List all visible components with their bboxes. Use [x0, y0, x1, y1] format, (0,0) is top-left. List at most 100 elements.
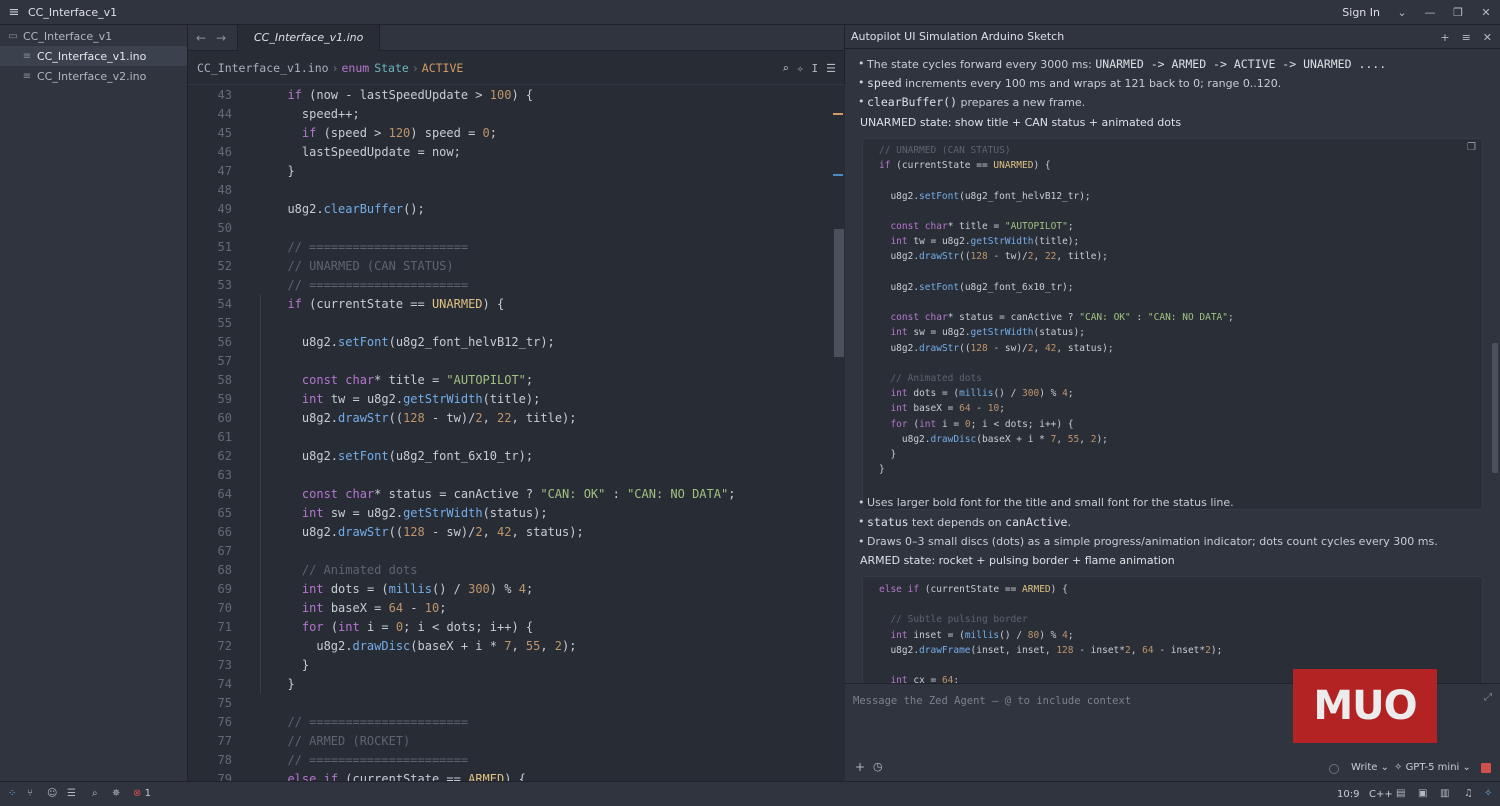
code-line[interactable]: 76 // ====================== [188, 712, 833, 731]
code-line[interactable]: 66 u8g2.drawStr((128 - sw)/2, 42, status… [188, 522, 833, 541]
close-icon[interactable]: ✕ [1483, 31, 1492, 44]
code-line[interactable]: 43 if (now - lastSpeedUpdate > 100) { [188, 85, 833, 104]
language-selector[interactable]: C++ [1369, 789, 1393, 800]
add-context-icon[interactable]: + [855, 760, 865, 774]
code-line[interactable]: 79 else if (currentState == ARMED) { [188, 769, 833, 782]
tree-file-item[interactable]: ≡ CC_Interface_v1.ino [0, 46, 187, 66]
forward-arrow-icon[interactable]: → [211, 31, 231, 45]
bell-icon[interactable]: ▤ [1396, 788, 1405, 799]
scrollbar-thumb[interactable] [834, 229, 844, 357]
message-input[interactable]: Message the Zed Agent — @ to include con… [853, 695, 1131, 707]
maximize-icon[interactable]: ❐ [1444, 6, 1472, 19]
back-arrow-icon[interactable]: ← [191, 31, 211, 45]
code-line[interactable]: 56 u8g2.setFont(u8g2_font_helvB12_tr); [188, 332, 833, 351]
breadcrumb-type[interactable]: State [374, 61, 409, 75]
plus-icon[interactable]: + [1440, 31, 1449, 44]
code-token: u8g2. [879, 342, 920, 354]
code-line[interactable]: 73 } [188, 655, 833, 674]
code-line[interactable]: 69 int dots = (millis() / 300) % 4; [188, 579, 833, 598]
stop-button[interactable] [1481, 763, 1491, 773]
breadcrumb-member[interactable]: ACTIVE [422, 61, 464, 75]
editor-scrollbar[interactable] [833, 85, 845, 781]
code-editor[interactable]: 43 if (now - lastSpeedUpdate > 100) {44 … [188, 85, 833, 782]
copy-icon[interactable]: ❐ [1467, 142, 1476, 153]
menu-lines-icon[interactable]: ≡ [1462, 31, 1471, 44]
code-token: ; i < dots; i++) { [403, 619, 534, 634]
code-line[interactable]: 51 // ====================== [188, 237, 833, 256]
git-branch-icon[interactable]: ⑂ [27, 788, 33, 799]
diagnostics-errors[interactable]: ⊗ 1 [133, 788, 151, 799]
code-line[interactable]: 47 } [188, 161, 833, 180]
search-icon[interactable]: ⌕ [92, 788, 98, 799]
code-line[interactable]: 78 // ====================== [188, 750, 833, 769]
code-line[interactable]: 72 u8g2.drawDisc(baseX + i * 7, 55, 2); [188, 636, 833, 655]
code-line[interactable]: 50 [188, 218, 833, 237]
notification-icon[interactable]: ♫ [1464, 788, 1473, 799]
outline-icon[interactable]: ☰ [67, 788, 76, 799]
code-line[interactable]: 64 const char* status = canActive ? "CAN… [188, 484, 833, 503]
line-text: u8g2.clearBuffer(); [273, 202, 424, 216]
code-line[interactable]: 53 // ====================== [188, 275, 833, 294]
code-token: if [879, 160, 891, 172]
code-line[interactable]: 48 [188, 180, 833, 199]
code-line[interactable]: 65 int sw = u8g2.getStrWidth(status); [188, 503, 833, 522]
tree-file-label: CC_Interface_v1.ino [37, 49, 147, 63]
code-line[interactable]: 61 [188, 427, 833, 446]
code-line[interactable]: 57 [188, 351, 833, 370]
code-line[interactable]: 46 lastSpeedUpdate = now; [188, 142, 833, 161]
thread-scrollbar-thumb[interactable] [1492, 343, 1498, 473]
tab-cc-interface-v1[interactable]: CC_Interface_v1.ino [237, 24, 381, 51]
assistant-sparkle-icon[interactable]: ✧ [797, 62, 804, 75]
breadcrumb-keyword[interactable]: enum [342, 61, 370, 75]
code-line[interactable]: 62 u8g2.setFont(u8g2_font_6x10_tr); [188, 446, 833, 465]
line-number: 71 [217, 619, 232, 634]
close-icon[interactable]: ✕ [1472, 6, 1500, 19]
code-line[interactable]: 77 // ARMED (ROCKET) [188, 731, 833, 750]
sign-in-button[interactable]: Sign In [1342, 6, 1380, 19]
line-number: 52 [217, 258, 232, 273]
code-line[interactable]: 75 [188, 693, 833, 712]
terminal-icon[interactable]: ▣ [1418, 788, 1427, 799]
search-icon[interactable]: ⌕ [782, 62, 789, 75]
mode-selector[interactable]: Write ⌄ [1351, 762, 1389, 773]
expand-icon[interactable]: ⤢ [1484, 692, 1492, 703]
cursor-position[interactable]: 10:9 [1337, 789, 1359, 800]
code-line[interactable]: 58 const char* title = "AUTOPILOT"; [188, 370, 833, 389]
chevron-down-icon[interactable]: ⌄ [1388, 6, 1416, 19]
model-selector[interactable]: ✧ GPT-5 mini ⌄ [1394, 762, 1471, 773]
collab-icon[interactable]: ☺ [47, 788, 57, 799]
code-line[interactable]: 55 [188, 313, 833, 332]
history-icon[interactable]: ◷ [873, 760, 883, 773]
workspace-icon[interactable]: ⁘ [8, 788, 16, 799]
line-text: for (int i = 0; i < dots; i++) { [273, 620, 533, 634]
code-line[interactable]: 63 [188, 465, 833, 484]
code-line[interactable]: 70 int baseX = 64 - 10; [188, 598, 833, 617]
line-text: if (now - lastSpeedUpdate > 100) { [273, 88, 533, 102]
tree-file-item[interactable]: ≡ CC_Interface_v2.ino [0, 66, 187, 86]
project-title[interactable]: CC_Interface_v1 [28, 6, 117, 19]
code-line[interactable]: 54 if (currentState == UNARMED) { [188, 294, 833, 313]
code-line[interactable]: 67 [188, 541, 833, 560]
code-line[interactable]: 52 // UNARMED (CAN STATUS) [188, 256, 833, 275]
code-line[interactable]: 60 u8g2.drawStr((128 - tw)/2, 22, title)… [188, 408, 833, 427]
notes-icon[interactable]: ▥ [1440, 788, 1449, 799]
tree-root-folder[interactable]: ▭ CC_Interface_v1 [0, 26, 187, 46]
code-line[interactable]: 74 } [188, 674, 833, 693]
code-line[interactable]: 68 // Animated dots [188, 560, 833, 579]
breadcrumb-file[interactable]: CC_Interface_v1.ino [197, 61, 329, 75]
line-number: 54 [217, 296, 232, 311]
code-token: (currentState == [338, 771, 469, 782]
code-line[interactable]: 45 if (speed > 120) speed = 0; [188, 123, 833, 142]
assistant-icon[interactable]: ✧ [1484, 788, 1492, 799]
code-line[interactable]: 44 speed++; [188, 104, 833, 123]
settings-sliders-icon[interactable]: ☰ [826, 62, 836, 75]
debug-icon[interactable]: ✵ [112, 788, 120, 799]
code-line[interactable]: 49 u8g2.clearBuffer(); [188, 199, 833, 218]
code-line[interactable]: 71 for (int i = 0; i < dots; i++) { [188, 617, 833, 636]
code-line[interactable]: 59 int tw = u8g2.getStrWidth(title); [188, 389, 833, 408]
minimize-icon[interactable]: — [1416, 6, 1444, 19]
text-cursor-icon[interactable]: I [812, 62, 819, 75]
menu-icon[interactable]: ≡ [0, 5, 28, 20]
